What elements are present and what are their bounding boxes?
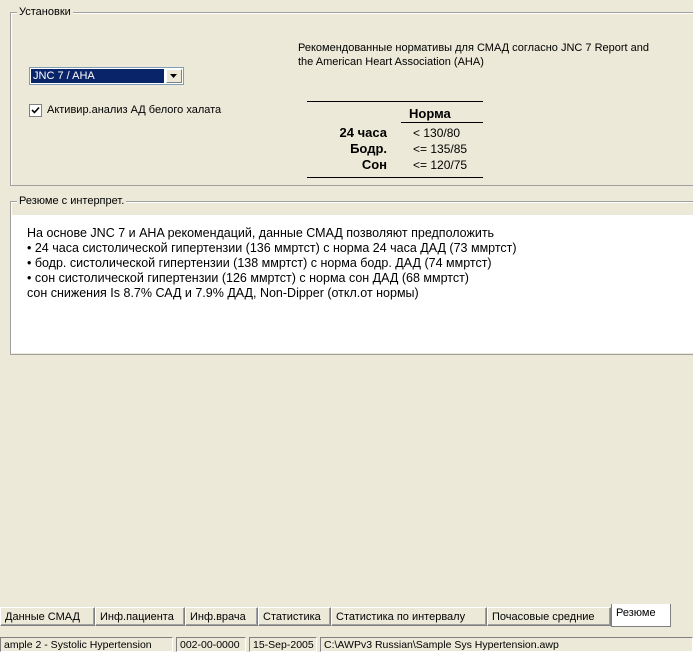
summary-line: На основе JNC 7 и AHA рекомендаций, данн… — [27, 226, 495, 240]
chevron-down-icon — [170, 74, 177, 78]
norms-table-title: Норма — [409, 106, 451, 121]
status-file-title: ample 2 - Systolic Hypertension — [0, 637, 173, 652]
white-coat-checkbox[interactable] — [29, 104, 42, 117]
settings-legend: Установки — [17, 5, 73, 19]
status-patient-id: 002-00-0000 — [176, 637, 246, 652]
norms-row-label: Сон — [361, 157, 387, 172]
norms-row-value: < 130/80 — [413, 126, 461, 140]
summary-text-area[interactable]: На основе JNC 7 и AHA рекомендаций, данн… — [11, 215, 693, 353]
tab-summary[interactable]: Резюме — [611, 604, 671, 627]
status-file-path: C:\AWPv3 Russian\Sample Sys Hypertension… — [320, 637, 693, 652]
tab-abpm-data[interactable]: Данные СМАД — [0, 607, 95, 626]
checkmark-icon — [31, 106, 40, 114]
tab-bar: Данные СМАД Инф.пациента Инф.врача Стати… — [0, 604, 693, 627]
norms-table-top-rule — [307, 101, 483, 102]
standard-select-value: JNC 7 / AHA — [31, 69, 164, 83]
tab-patient-info[interactable]: Инф.пациента — [95, 607, 185, 626]
norms-row-value: <= 135/85 — [413, 142, 468, 156]
settings-group: Установки JNC 7 / AHA Активир.анализ АД … — [10, 5, 693, 186]
status-bar: ample 2 - Systolic Hypertension 002-00-0… — [0, 631, 693, 652]
summary-line: сон снижения Is 8.7% САД и 7.9% ДАД, Non… — [27, 286, 419, 300]
tab-statistics[interactable]: Статистика — [258, 607, 331, 626]
dropdown-button[interactable] — [166, 69, 182, 83]
summary-legend: Резюме с интерпрет. — [17, 194, 127, 208]
norms-row-value: <= 120/75 — [413, 158, 468, 172]
recommendation-text: Рекомендованные нормативы для СМАД согла… — [298, 42, 650, 68]
white-coat-checkbox-label: Активир.анализ АД белого халата — [47, 104, 222, 116]
tab-doctor-info[interactable]: Инф.врача — [185, 607, 258, 626]
norms-table-title-rule — [401, 122, 483, 123]
summary-line: • 24 часа систолической гипертензии (136… — [27, 241, 517, 255]
norms-row-label: Бодр. — [350, 141, 387, 156]
norms-row-label: 24 часа — [339, 125, 387, 140]
summary-group: Резюме с интерпрет. На основе JNC 7 и AH… — [10, 194, 693, 355]
tab-hourly-averages[interactable]: Почасовые средние — [487, 607, 611, 626]
tab-interval-statistics[interactable]: Статистика по интервалу — [331, 607, 487, 626]
summary-line: • бодр. систолической гипертензии (138 м… — [27, 256, 492, 270]
summary-line: • сон систолической гипертензии (126 ммр… — [27, 271, 469, 285]
norms-table-bottom-rule — [307, 177, 483, 178]
standard-select[interactable]: JNC 7 / AHA — [29, 67, 184, 85]
status-date: 15-Sep-2005 — [249, 637, 317, 652]
